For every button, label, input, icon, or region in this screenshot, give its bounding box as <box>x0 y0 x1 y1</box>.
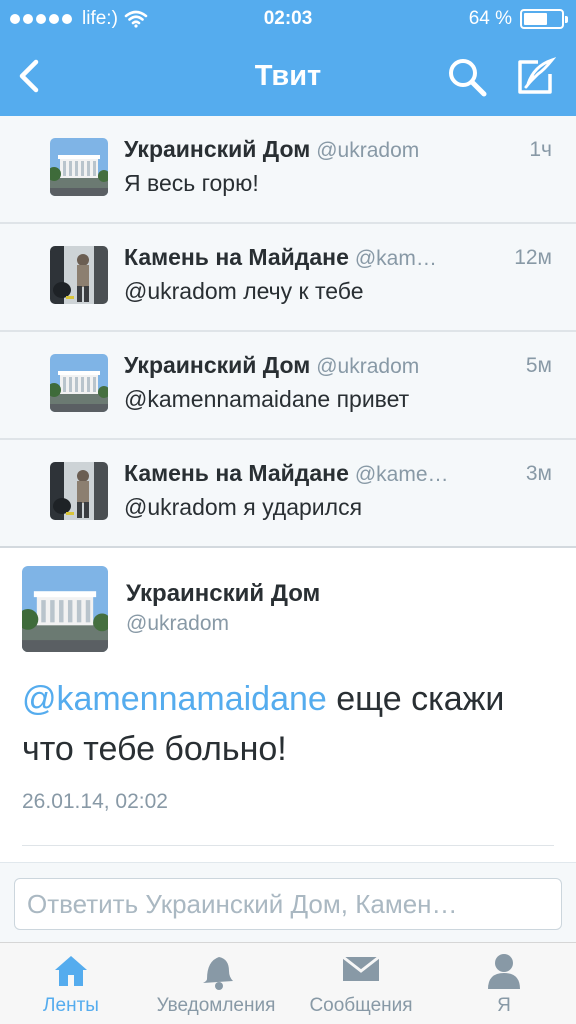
tab-label: Уведомления <box>156 995 276 1016</box>
author-handle: @kame… <box>354 463 449 486</box>
tweet-text: @ukradom лечу к тебе <box>124 278 364 304</box>
conversation-tweet[interactable]: Украинский Дом @ukradom 5м @kamennamaidan… <box>0 332 576 440</box>
author-handle: @ukradom <box>316 355 420 378</box>
battery-fill <box>524 13 548 25</box>
battery-percent: 64 % <box>468 8 512 29</box>
author-name: Украинский Дом <box>124 352 311 378</box>
conversation-thread: Украинский Дом @ukradom 1ч Я весь горю! К… <box>0 116 576 548</box>
reply-bar <box>0 862 576 942</box>
author-name: Украинский Дом <box>124 136 311 162</box>
avatar[interactable] <box>50 138 108 196</box>
author-line: Камень на Майдане @kame… <box>124 460 449 487</box>
tweet-text: Я весь горю! <box>124 170 259 196</box>
divider <box>22 845 554 846</box>
tweet-time: 12м <box>514 246 552 269</box>
search-icon[interactable] <box>446 56 488 98</box>
tweet-time: 3м <box>525 462 552 485</box>
page-title: Твит <box>254 60 322 92</box>
person-icon <box>488 954 520 989</box>
tab-label: Сообщения <box>309 995 413 1016</box>
avatar[interactable] <box>50 246 108 304</box>
author-handle: @kam… <box>354 247 437 270</box>
bell-icon <box>203 957 233 990</box>
tab-bar: Ленты Уведомления Сообщения Я <box>0 942 576 1024</box>
conversation-tweet[interactable]: Украинский Дом @ukradom 1ч Я весь горю! <box>0 116 576 224</box>
tweet-text: @kamennamaidane привет <box>124 386 410 412</box>
focused-tweet: Украинский Дом @ukradom @kamennamaidane … <box>0 548 576 862</box>
author-name: Камень на Майдане <box>124 460 349 486</box>
tab-home[interactable]: Ленты <box>0 943 142 1024</box>
author-name: Камень на Майдане <box>124 244 349 270</box>
conversation-tweet[interactable]: Камень на Майдане @kame… 3м @ukradom я уд… <box>0 440 576 548</box>
tweet-body: @kamennamaidane еще скажи что тебе больн… <box>22 674 552 774</box>
reply-input[interactable] <box>14 878 562 930</box>
status-bar: life:) 02:03 64 % <box>0 0 576 38</box>
tweet-timestamp: 26.01.14, 02:02 <box>22 790 168 813</box>
envelope-icon <box>342 955 380 981</box>
home-icon <box>55 956 87 986</box>
compose-icon[interactable] <box>514 56 556 98</box>
author-name[interactable]: Украинский Дом <box>126 580 320 608</box>
navigation-bar: Твит <box>0 38 576 116</box>
author-line: Украинский Дом @ukradom <box>124 352 419 379</box>
avatar[interactable] <box>50 354 108 412</box>
avatar[interactable] <box>22 566 108 652</box>
mention-link[interactable]: @kamennamaidane <box>22 680 327 718</box>
author-line: Камень на Майдане @kam… <box>124 244 437 271</box>
tab-notifications[interactable]: Уведомления <box>142 943 290 1024</box>
author-handle[interactable]: @ukradom <box>126 612 229 636</box>
top-bar: life:) 02:03 64 % Твит <box>0 0 576 116</box>
battery-icon <box>520 9 568 29</box>
tweet-time: 5м <box>525 354 552 377</box>
author-handle: @ukradom <box>316 139 420 162</box>
tab-label: Я <box>497 995 511 1016</box>
tab-me[interactable]: Я <box>432 943 576 1024</box>
battery-info: 64 % <box>468 8 568 30</box>
tweet-time: 1ч <box>529 138 552 161</box>
tweet-text: @ukradom я ударился <box>124 494 363 520</box>
tab-label: Ленты <box>43 995 99 1016</box>
conversation-tweet[interactable]: Камень на Майдане @kam… 12м @ukradom лечу… <box>0 224 576 332</box>
tab-messages[interactable]: Сообщения <box>290 943 432 1024</box>
avatar[interactable] <box>50 462 108 520</box>
author-line: Украинский Дом @ukradom <box>124 136 419 163</box>
